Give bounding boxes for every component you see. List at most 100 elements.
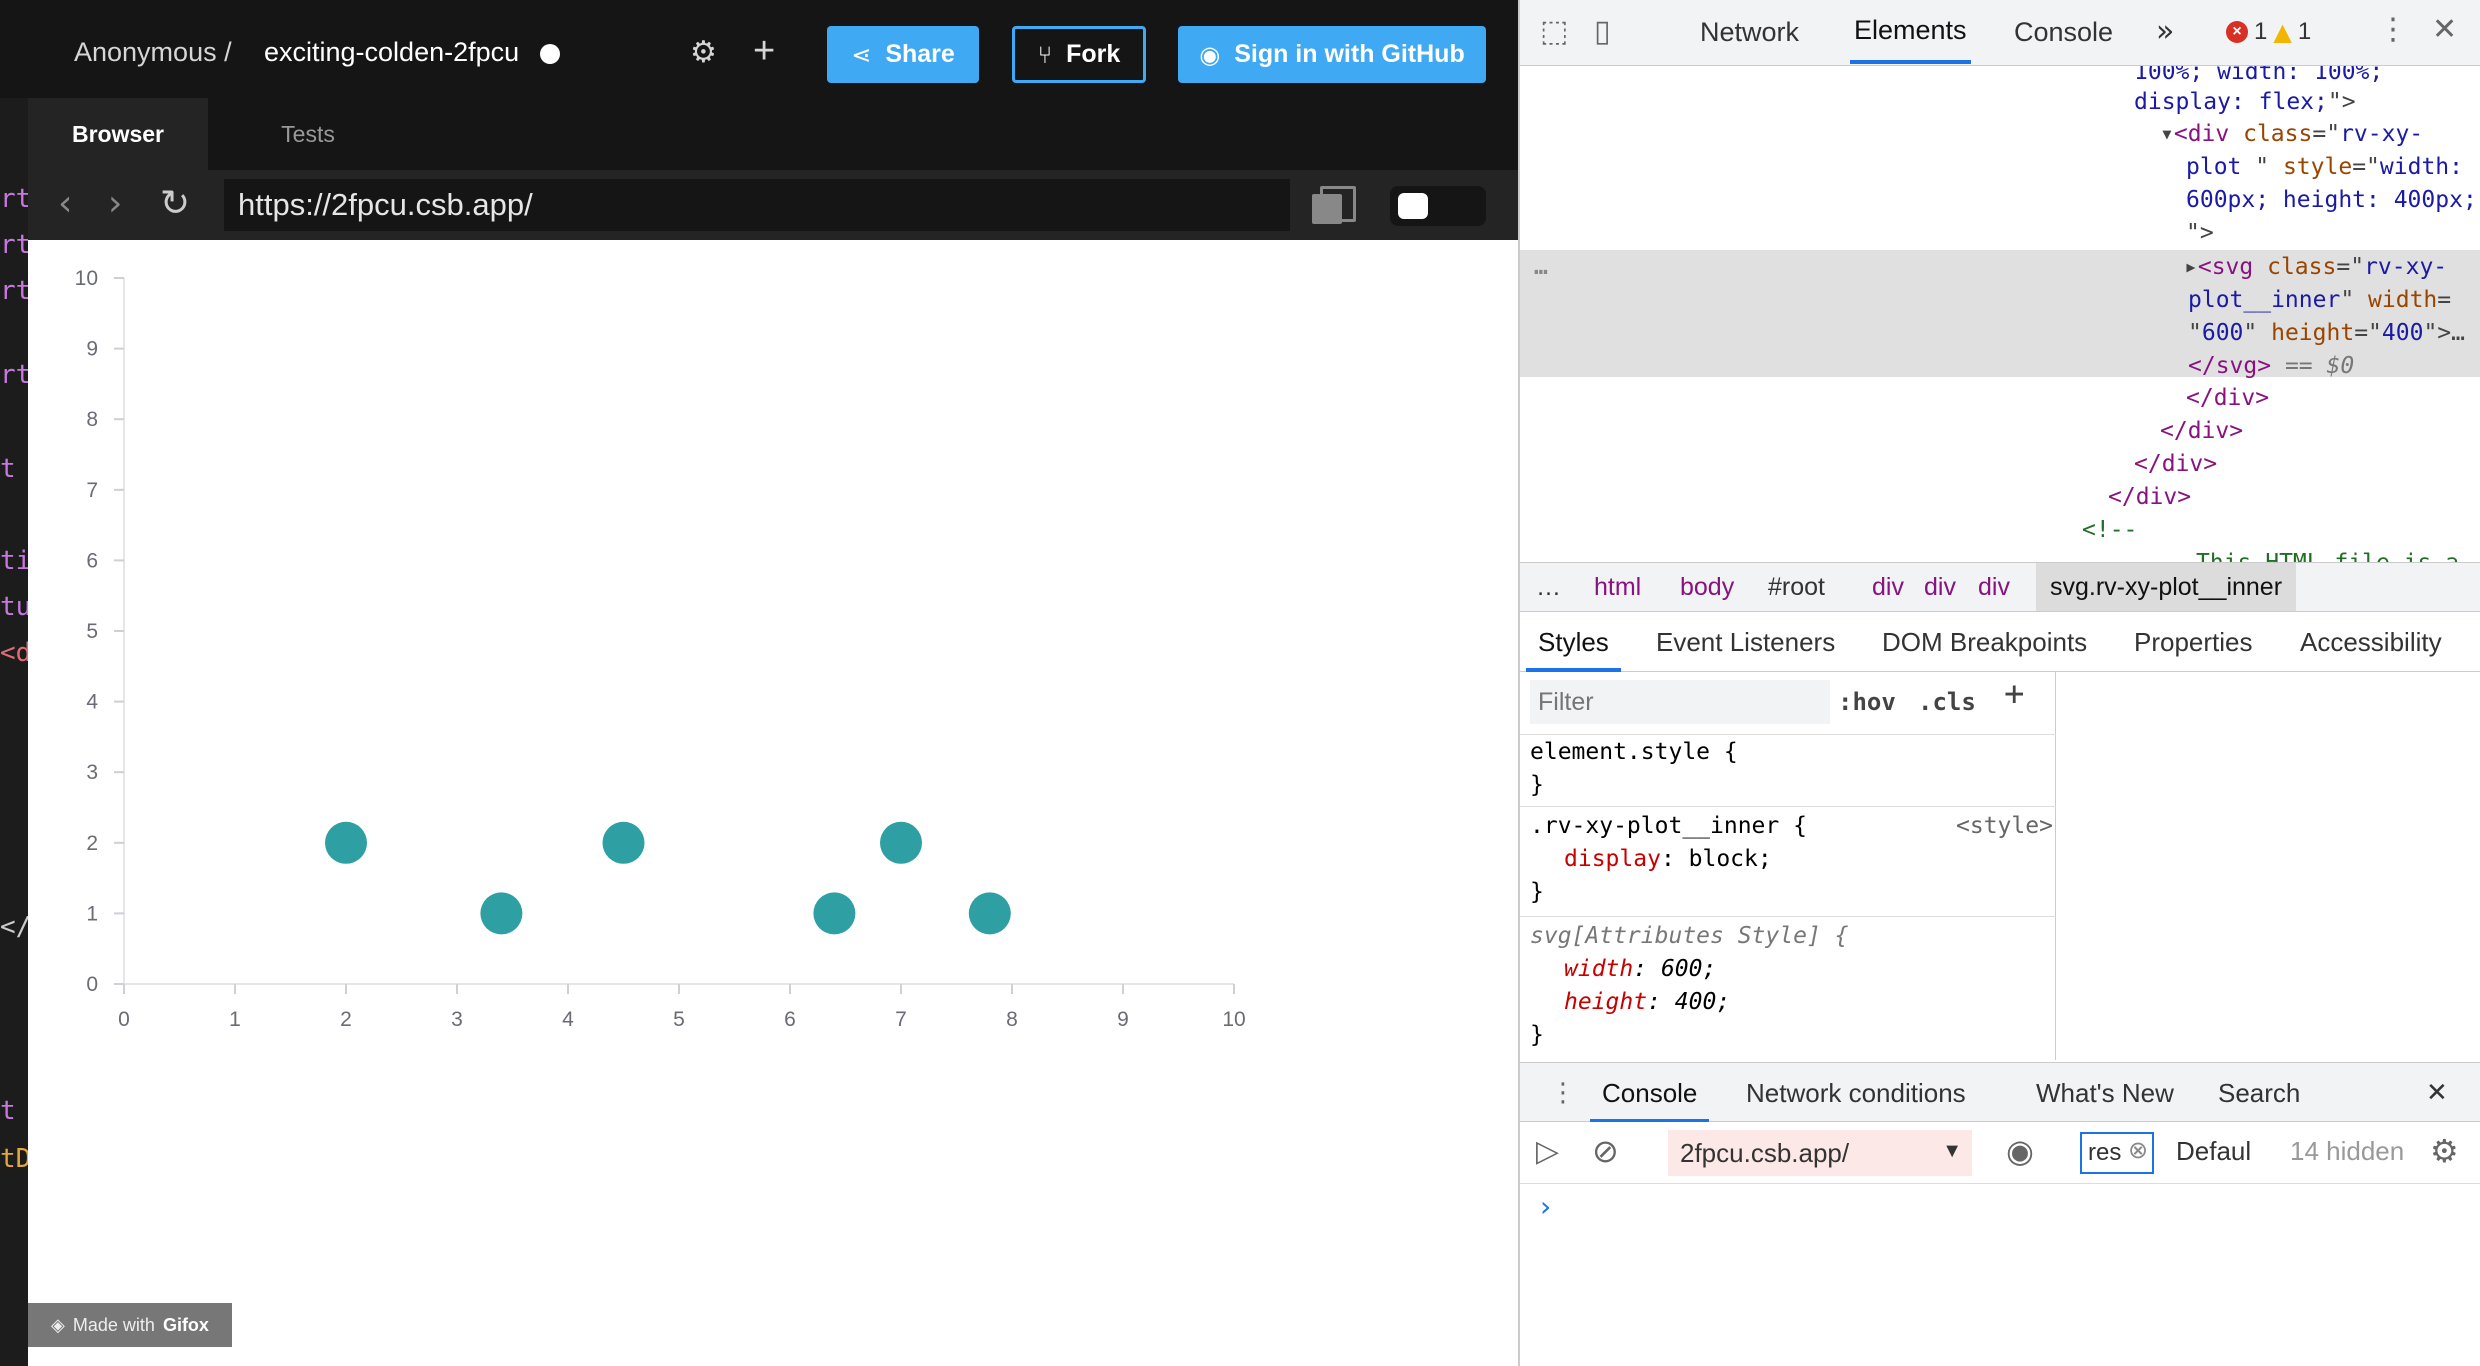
y-tick-label: 1 <box>86 902 98 925</box>
drawer-tab-whats-new[interactable]: What's New <box>2036 1063 2174 1123</box>
rule-property[interactable]: display <box>1564 846 1661 872</box>
breadcrumb-item[interactable]: html <box>1594 573 1641 602</box>
selected-marker: == $0 <box>2284 353 2355 379</box>
rule-value[interactable]: block; <box>1689 846 1772 872</box>
x-tick-label: 2 <box>340 1008 352 1031</box>
rule-property: width <box>1564 956 1634 982</box>
breadcrumb-item[interactable]: div <box>1978 573 2010 602</box>
y-tick-label: 9 <box>86 338 98 361</box>
console-settings-gear-icon[interactable]: ⚙ <box>2430 1132 2459 1170</box>
share-button[interactable]: ⋖ Share <box>827 26 979 83</box>
warning-icon: ▲ <box>2273 18 2292 46</box>
tab-accessibility[interactable]: Accessibility <box>2300 612 2442 672</box>
eye-icon[interactable]: ◉ <box>2006 1132 2034 1170</box>
device-toolbar-icon[interactable]: ▯ <box>1594 14 1611 49</box>
svg-class: rv-xy- <box>2364 254 2448 280</box>
log-levels-select[interactable]: Defaul <box>2176 1136 2251 1167</box>
open-new-window-icon[interactable] <box>1312 186 1356 224</box>
fork-button[interactable]: ⑂ Fork <box>1012 26 1146 83</box>
element-style-rule[interactable]: element.style { <box>1530 736 1738 769</box>
forward-icon[interactable]: › <box>108 184 122 224</box>
dom-comment: This HTML file is a <box>2196 550 2459 562</box>
console-prompt-icon[interactable]: › <box>1540 1190 1551 1223</box>
drawer-tab-network-conditions[interactable]: Network conditions <box>1746 1063 1966 1123</box>
drawer-tab-search[interactable]: Search <box>2218 1063 2300 1123</box>
layout-toggle[interactable] <box>1390 186 1486 226</box>
breadcrumb: … html body #root div div div svg.rv-xy-… <box>1520 562 2480 612</box>
tab-network[interactable]: Network <box>1696 0 1803 64</box>
issues-badge[interactable]: × 1 ▲ 1 <box>2226 18 2311 46</box>
fork-icon: ⑂ <box>1037 40 1053 69</box>
tab-console[interactable]: Console <box>2010 0 2117 64</box>
scatter-point <box>968 892 1011 935</box>
inner-rule-selector[interactable]: .rv-xy-plot__inner { <box>1530 810 1807 843</box>
x-tick-label: 9 <box>1117 1008 1129 1031</box>
dom-text: display: flex; <box>2134 89 2328 115</box>
tab-event-listeners[interactable]: Event Listeners <box>1656 612 1835 672</box>
tab-tests[interactable]: Tests <box>238 98 378 170</box>
github-icon: ◉ <box>1199 40 1221 69</box>
rule-value: 600; <box>1660 956 1717 982</box>
x-tick-label: 8 <box>1006 1008 1018 1031</box>
reload-icon[interactable]: ↻ <box>160 184 190 224</box>
x-tick-label: 1 <box>229 1008 241 1031</box>
div-style: width: <box>2379 154 2463 180</box>
breadcrumb-more-icon[interactable]: … <box>1536 573 1561 602</box>
y-tick-label: 3 <box>86 761 98 784</box>
tab-elements[interactable]: Elements <box>1850 0 1971 64</box>
cls-button[interactable]: .cls <box>1918 686 1976 719</box>
plus-icon[interactable]: + <box>753 32 775 70</box>
back-icon[interactable]: ‹ <box>58 184 72 224</box>
rule-source-link[interactable]: <style> <box>1956 810 2053 843</box>
hov-button[interactable]: :hov <box>1838 686 1896 719</box>
scatter-point <box>325 821 367 864</box>
tab-styles[interactable]: Styles <box>1526 612 1621 672</box>
owner-label[interactable]: Anonymous / <box>74 34 232 70</box>
sign-in-github-button[interactable]: ◉ Sign in with GitHub <box>1178 26 1486 83</box>
code-fragment: <d <box>0 638 28 668</box>
dom-tree[interactable]: ⋯ 100%; width: 100%; display: flex;"> ▾<… <box>1520 66 2480 562</box>
top-header: Anonymous / exciting-colden-2fpcu ⚙ + ⋖ … <box>0 4 1518 98</box>
drawer-tabs: ⋮ Console Network conditions What's New … <box>1520 1062 2480 1123</box>
styles-filter-input[interactable] <box>1530 680 1830 724</box>
ellipsis-icon[interactable]: ⋯ <box>1534 256 1548 289</box>
div-style-cont: 600px; height: 400px; <box>2186 187 2477 213</box>
drawer-tab-console[interactable]: Console <box>1590 1063 1710 1123</box>
rule-property: height <box>1564 989 1648 1015</box>
clear-filter-icon[interactable]: ⊗ <box>2128 1136 2148 1164</box>
tab-browser[interactable]: Browser <box>28 98 208 170</box>
svg-class-cont: plot__inner <box>2188 287 2341 313</box>
error-count: 1 <box>2254 18 2268 45</box>
close-devtools-icon[interactable]: ✕ <box>2432 12 2457 47</box>
drawer-menu-icon[interactable]: ⋮ <box>1550 1063 1576 1123</box>
code-fragment: t <box>0 1096 16 1126</box>
watermark-brand: Gifox <box>162 1314 209 1335</box>
kebab-menu-icon[interactable]: ⋮ <box>2378 12 2408 47</box>
close-drawer-icon[interactable]: ✕ <box>2426 1063 2448 1123</box>
sandbox-name[interactable]: exciting-colden-2fpcu <box>264 34 519 70</box>
dropdown-arrow-icon: ▼ <box>1942 1140 1962 1162</box>
tab-dom-breakpoints[interactable]: DOM Breakpoints <box>1882 612 2087 672</box>
y-tick-label: 10 <box>75 267 98 290</box>
inspect-element-icon[interactable]: ⬚ <box>1540 14 1568 49</box>
codesandbox-app: Anonymous / exciting-colden-2fpcu ⚙ + ⋖ … <box>0 0 1518 1366</box>
more-tabs-icon[interactable]: » <box>2156 14 2174 49</box>
breadcrumb-item-selected[interactable]: svg.rv-xy-plot__inner <box>2036 563 2297 611</box>
new-rule-icon[interactable]: + <box>2004 677 2024 711</box>
github-label: Sign in with GitHub <box>1234 40 1465 68</box>
breadcrumb-item[interactable]: #root <box>1768 573 1825 602</box>
devtools-panel: ⬚ ▯ Network Elements Console » × 1 ▲ 1 ⋮… <box>1518 0 2480 1366</box>
warning-count: 1 <box>2297 18 2312 45</box>
gear-icon[interactable]: ⚙ <box>690 38 717 68</box>
y-tick-label: 0 <box>86 973 98 996</box>
show-sidebar-icon[interactable]: ▷ <box>1536 1134 1559 1169</box>
url-input[interactable] <box>224 179 1290 231</box>
tab-properties[interactable]: Properties <box>2134 612 2253 672</box>
code-fragment: rt <box>0 276 28 306</box>
clear-console-icon[interactable]: ⊘ <box>1592 1132 1619 1170</box>
breadcrumb-item[interactable]: body <box>1680 573 1734 602</box>
code-fragment: t <box>0 454 16 484</box>
breadcrumb-item[interactable]: div <box>1872 573 1904 602</box>
context-select[interactable]: 2fpcu.csb.app/ ▼ <box>1668 1130 1972 1176</box>
breadcrumb-item[interactable]: div <box>1924 573 1956 602</box>
